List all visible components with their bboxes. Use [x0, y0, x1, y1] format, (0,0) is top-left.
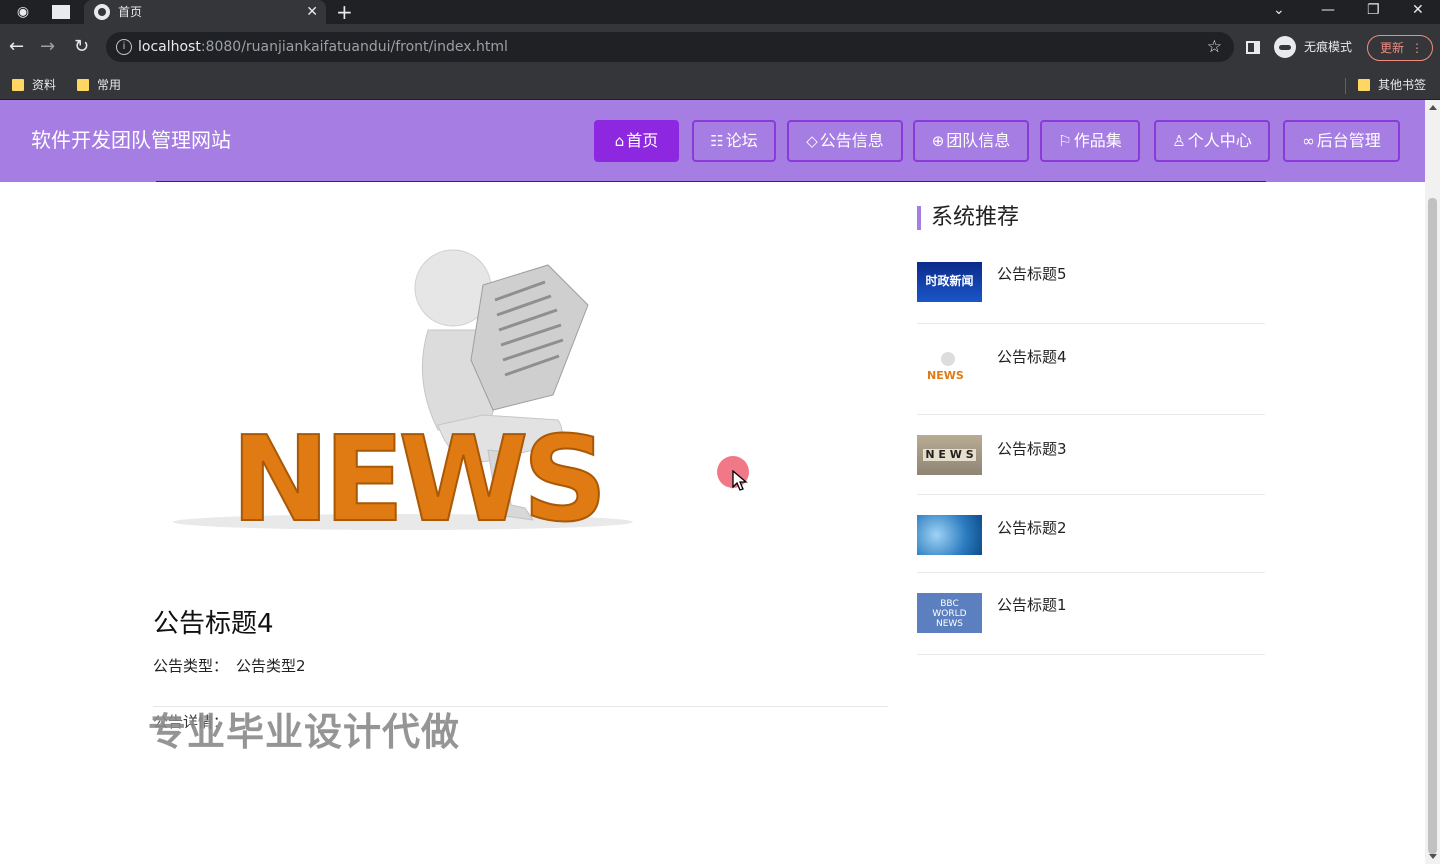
recommend-item[interactable]: NEWS 公告标题4	[917, 324, 1265, 415]
bookmark-folder-ziliao[interactable]: 资料	[12, 77, 56, 93]
nav-label: 团队信息	[946, 131, 1011, 150]
nav-label: 作品集	[1073, 131, 1122, 150]
flag-icon: ⚐	[1058, 132, 1072, 150]
bookmark-label: 常用	[97, 78, 122, 92]
reload-button[interactable]: ↻	[74, 36, 89, 58]
recommend-thumbnail[interactable]: BBC WORLD NEWS	[917, 593, 982, 633]
nav-label: 首页	[626, 131, 659, 150]
nav-home[interactable]: ⌂ 首页	[594, 120, 679, 162]
article-type-label: 公告类型：	[153, 657, 229, 675]
recommend-label[interactable]: 公告标题3	[997, 439, 1067, 459]
bookmark-label: 其他书签	[1378, 78, 1427, 92]
recommend-accent-bar	[917, 206, 921, 230]
back-button[interactable]: ←	[9, 36, 24, 58]
scroll-down-icon[interactable]	[1429, 854, 1437, 859]
nav-team-info[interactable]: ⊕ 团队信息	[913, 120, 1029, 162]
folder-icon	[1358, 79, 1370, 91]
recommend-item[interactable]: BBC WORLD NEWS 公告标题1	[917, 573, 1265, 655]
recommend-thumbnail[interactable]: 时政新闻	[917, 262, 982, 302]
bookmark-label: 资料	[32, 78, 57, 92]
article-meta: 公告类型： 公告类型2	[153, 656, 306, 676]
article-type-value: 公告类型2	[236, 657, 306, 675]
side-panel-icon[interactable]	[1246, 41, 1260, 54]
forward-button[interactable]: →	[40, 36, 55, 58]
header-divider	[156, 181, 1266, 182]
recommend-thumbnail[interactable]: N E W S	[917, 435, 982, 475]
url-text[interactable]: localhost:8080/ruanjiankaifatuandui/fron…	[138, 38, 508, 56]
page-scrollbar[interactable]	[1425, 100, 1440, 864]
other-bookmarks[interactable]: 其他书签	[1358, 77, 1426, 93]
thumb-text: 时政新闻	[925, 274, 974, 288]
watermark-overlay: 专业毕业设计代做	[148, 710, 461, 754]
close-window-button[interactable]: ✕	[1412, 0, 1424, 20]
tab-overview-icon[interactable]	[52, 5, 70, 19]
menu-dots-icon: ⋮	[1411, 41, 1423, 55]
thumb-text: BBC WORLD NEWS	[932, 599, 967, 629]
site-header: 软件开发团队管理网站 ⌂ 首页 ☷ 论坛 ◇ 公告信息 ⊕ 团队信息 ⚐ 作品集 ♙ 个人中…	[0, 100, 1425, 182]
nav-forum[interactable]: ☷ 论坛	[692, 120, 776, 162]
recommend-item[interactable]: 公告标题2	[917, 495, 1265, 573]
site-title[interactable]: 软件开发团队管理网站	[31, 127, 231, 153]
browser-tab[interactable]: 首页 ✕	[84, 0, 326, 24]
recommend-label[interactable]: 公告标题1	[997, 595, 1067, 615]
nav-label: 论坛	[725, 131, 758, 150]
address-bar[interactable]: i localhost:8080/ruanjiankaifatuandui/fr…	[106, 32, 1234, 62]
tag-icon: ◇	[806, 132, 818, 150]
incognito-icon[interactable]	[1274, 36, 1296, 58]
nav-announcements[interactable]: ◇ 公告信息	[787, 120, 903, 162]
tab-close-icon[interactable]: ✕	[306, 2, 318, 22]
home-icon: ⌂	[614, 132, 625, 150]
update-button[interactable]: 更新 ⋮	[1367, 35, 1433, 61]
folder-icon	[12, 79, 24, 91]
browser-toolbar: ← → ↻ i localhost:8080/ruanjiankaifatuan…	[0, 24, 1440, 70]
recommend-label[interactable]: 公告标题2	[997, 518, 1067, 538]
browser-tab-strip: ◉ 首页 ✕ + ⌄ — ❐ ✕	[0, 0, 1440, 24]
restore-button[interactable]: ❐	[1367, 0, 1380, 20]
scrollbar-thumb[interactable]	[1428, 198, 1437, 854]
folder-icon	[77, 79, 89, 91]
scroll-up-icon[interactable]	[1429, 105, 1437, 110]
recommend-title: 系统推荐	[931, 205, 1020, 230]
page-viewport: 软件开发团队管理网站 ⌂ 首页 ☷ 论坛 ◇ 公告信息 ⊕ 团队信息 ⚐ 作品集 ♙ 个人中…	[0, 100, 1425, 864]
browser-globe-icon[interactable]: ◉	[14, 3, 32, 21]
bookmarks-separator	[1345, 78, 1346, 94]
nav-label: 后台管理	[1316, 131, 1381, 150]
hero-news-text: NEWS	[231, 410, 602, 548]
site-info-icon[interactable]: i	[116, 39, 132, 55]
globe-icon: ⊕	[931, 132, 945, 150]
article-title: 公告标题4	[153, 609, 274, 639]
nav-label: 个人中心	[1187, 131, 1252, 150]
nav-admin[interactable]: ∞ 后台管理	[1283, 120, 1400, 162]
nav-personal-center[interactable]: ♙ 个人中心	[1154, 120, 1270, 162]
minimize-button[interactable]: —	[1321, 0, 1335, 20]
article-divider	[153, 706, 888, 707]
tab-title: 首页	[118, 5, 143, 19]
recommend-thumbnail[interactable]	[917, 515, 982, 555]
recommend-label[interactable]: 公告标题5	[997, 264, 1067, 284]
thumb-text: N E W S	[923, 449, 976, 461]
thumb-text: NEWS	[927, 369, 964, 382]
new-tab-button[interactable]: +	[336, 0, 353, 24]
update-label: 更新	[1380, 41, 1405, 55]
tab-favicon-icon	[94, 4, 110, 20]
user-icon: ♙	[1172, 132, 1186, 150]
incognito-label[interactable]: 无痕模式	[1304, 39, 1352, 55]
forum-icon: ☷	[710, 132, 724, 150]
recommend-item[interactable]: N E W S 公告标题3	[917, 415, 1265, 495]
nav-label: 公告信息	[819, 131, 884, 150]
bookmarks-bar: 资料 常用 其他书签	[0, 70, 1440, 100]
recommend-label[interactable]: 公告标题4	[997, 347, 1067, 367]
tab-search-icon[interactable]: ⌄	[1273, 0, 1285, 20]
recommend-item[interactable]: 时政新闻 公告标题5	[917, 250, 1265, 324]
bookmark-folder-changyong[interactable]: 常用	[77, 77, 121, 93]
nav-portfolio[interactable]: ⚐ 作品集	[1040, 120, 1140, 162]
recommend-thumbnail[interactable]: NEWS	[917, 348, 982, 388]
mouse-cursor-icon	[732, 470, 748, 491]
article-hero-image: NEWS	[173, 249, 633, 549]
bookmark-star-icon[interactable]: ☆	[1207, 36, 1222, 58]
link-icon: ∞	[1302, 132, 1315, 150]
